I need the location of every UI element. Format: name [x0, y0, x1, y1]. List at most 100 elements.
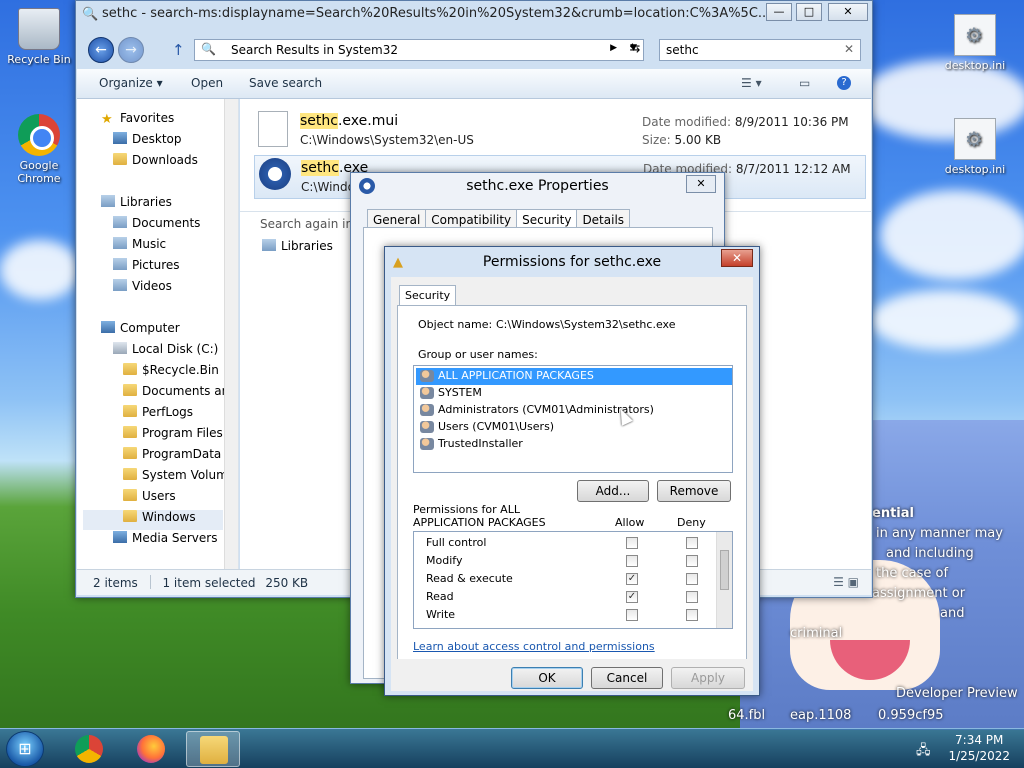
help-button[interactable]: ? [837, 76, 851, 90]
allow-checkbox[interactable] [626, 537, 638, 549]
folder-icon [200, 736, 228, 764]
nav-downloads[interactable]: Downloads [113, 153, 198, 173]
allow-checkbox[interactable] [626, 609, 638, 621]
learn-permissions-link[interactable]: Learn about access control and permissio… [413, 640, 655, 653]
folder-icon [123, 447, 137, 459]
nav-perflogs[interactable]: PerfLogs [123, 405, 193, 425]
view-options-icon[interactable]: ☰ ▾ [741, 76, 762, 90]
list-item-user[interactable]: ALL APPLICATION PACKAGES [416, 368, 732, 385]
refresh-button[interactable]: ⇆ [624, 41, 646, 61]
nav-documents-and-settings[interactable]: Documents an [123, 384, 229, 404]
nav-favorites[interactable]: ★ Favorites [101, 111, 174, 131]
nav-media-servers[interactable]: Media Servers [113, 531, 217, 551]
start-button[interactable]: ⊞ [6, 731, 44, 767]
deny-checkbox[interactable] [686, 591, 698, 603]
object-name-value: C:\Windows\System32\sethc.exe [496, 318, 676, 331]
desktop-icon-google-chrome[interactable]: Google Chrome [4, 114, 74, 185]
nav-music[interactable]: Music [113, 237, 166, 257]
desktop-icon-recycle-bin[interactable]: Recycle Bin [4, 8, 74, 66]
star-icon: ★ [101, 112, 113, 127]
allow-checkbox-checked[interactable]: ✓ [626, 573, 638, 585]
nav-program-files[interactable]: Program Files [123, 426, 223, 446]
apply-button[interactable]: Apply [671, 667, 745, 689]
permissions-titlebar[interactable]: ▲ Permissions for sethc.exe [385, 247, 759, 277]
navigation-pane: ★ Favorites Desktop Downloads Libraries D… [77, 99, 239, 569]
list-item-user[interactable]: Administrators (CVM01\Administrators) [416, 402, 732, 419]
nav-users[interactable]: Users [123, 489, 176, 509]
wallpaper-text: in any manner may [876, 526, 1003, 541]
preview-pane-icon[interactable]: ▭ [799, 76, 810, 90]
permission-row: Modify [414, 552, 714, 570]
open-button[interactable]: Open [191, 76, 223, 90]
nav-libraries[interactable]: Libraries [101, 195, 172, 215]
nav-recycle-bin[interactable]: $Recycle.Bin [123, 363, 219, 383]
view-toggle-icon[interactable]: ☰ ▣ [833, 575, 859, 589]
forward-button[interactable]: → [118, 37, 144, 63]
system-clock[interactable]: 7:34 PM 1/25/2022 [948, 732, 1010, 764]
nav-videos[interactable]: Videos [113, 279, 172, 299]
address-bar[interactable]: 🔍 Search Results in System32 ▶ ▼ [194, 39, 644, 61]
item-count: 2 items [93, 576, 138, 590]
cancel-button[interactable]: Cancel [591, 667, 663, 689]
search-input[interactable]: sethc ✕ [659, 39, 861, 61]
nav-computer[interactable]: Computer [101, 321, 180, 341]
scrollbar-thumb[interactable] [720, 550, 729, 590]
deny-checkbox[interactable] [686, 609, 698, 621]
maximize-button[interactable]: □ [796, 3, 822, 21]
nav-local-disk[interactable]: Local Disk (C:) [113, 342, 218, 362]
close-button[interactable]: ✕ [721, 249, 753, 267]
properties-titlebar[interactable]: sethc.exe Properties ✕ [351, 173, 724, 201]
documents-icon [113, 216, 127, 228]
search-again-libraries[interactable]: Libraries [262, 239, 333, 253]
permissions-for-label: Permissions for ALL [413, 503, 520, 516]
nav-system-volume[interactable]: System Volume [123, 468, 235, 488]
user-list[interactable]: ALL APPLICATION PACKAGES SYSTEM Administ… [413, 365, 733, 473]
deny-column-header: Deny [677, 516, 706, 529]
tab-security[interactable]: Security [399, 285, 457, 307]
nav-windows[interactable]: Windows [83, 510, 223, 530]
permission-row: Read ✓ [414, 588, 714, 606]
size-label: Size: [642, 133, 671, 147]
nav-pictures[interactable]: Pictures [113, 258, 180, 278]
organize-button[interactable]: Organize ▾ [99, 76, 163, 90]
taskbar-chrome[interactable] [62, 731, 116, 767]
nav-programdata[interactable]: ProgramData [123, 447, 221, 467]
clear-search-icon[interactable]: ✕ [844, 42, 854, 56]
computer-icon [101, 321, 115, 333]
network-icon[interactable]: 🖧 [916, 741, 931, 763]
file-row[interactable]: sethc.exe.mui C:\Windows\System32\en-US … [258, 109, 858, 153]
nav-scrollbar[interactable] [224, 99, 238, 569]
wallpaper-text: criminal [790, 626, 843, 641]
close-button[interactable]: ✕ [828, 3, 868, 21]
file-name-match: sethc [301, 160, 339, 176]
ok-button[interactable]: OK [511, 667, 583, 689]
nav-desktop[interactable]: Desktop [113, 132, 182, 152]
deny-checkbox[interactable] [686, 537, 698, 549]
remove-button[interactable]: Remove [657, 480, 731, 502]
explorer-titlebar[interactable]: 🔍 sethc - search-ms:displayname=Search%2… [76, 1, 872, 29]
deny-checkbox[interactable] [686, 555, 698, 567]
taskbar-firefox[interactable] [124, 731, 178, 767]
allow-checkbox[interactable] [626, 555, 638, 567]
desktop-icon-desktop-ini[interactable]: desktop.ini [940, 118, 1010, 176]
clock-date: 1/25/2022 [948, 749, 1010, 763]
desktop-icon-desktop-ini[interactable]: desktop.ini [940, 14, 1010, 72]
permissions-scrollbar[interactable] [716, 532, 732, 628]
back-button[interactable]: ← [88, 37, 114, 63]
list-item-user[interactable]: TrustedInstaller [416, 436, 732, 453]
nav-documents[interactable]: Documents [113, 216, 200, 236]
allow-checkbox-checked[interactable]: ✓ [626, 591, 638, 603]
deny-checkbox[interactable] [686, 573, 698, 585]
save-search-button[interactable]: Save search [249, 76, 322, 90]
list-item-user[interactable]: SYSTEM [416, 385, 732, 402]
minimize-button[interactable]: — [766, 3, 792, 21]
permission-name: Read & execute [426, 572, 513, 585]
close-button[interactable]: ✕ [686, 175, 716, 193]
chevron-right-icon: ▶ [610, 43, 617, 53]
add-button[interactable]: Add... [577, 480, 649, 502]
recycle-bin-icon [18, 8, 60, 50]
list-item-user[interactable]: Users (CVM01\Users) [416, 419, 732, 436]
search-again-label: Search again in: [260, 217, 358, 231]
taskbar-explorer[interactable] [186, 731, 240, 767]
up-button[interactable]: ↑ [172, 41, 185, 59]
